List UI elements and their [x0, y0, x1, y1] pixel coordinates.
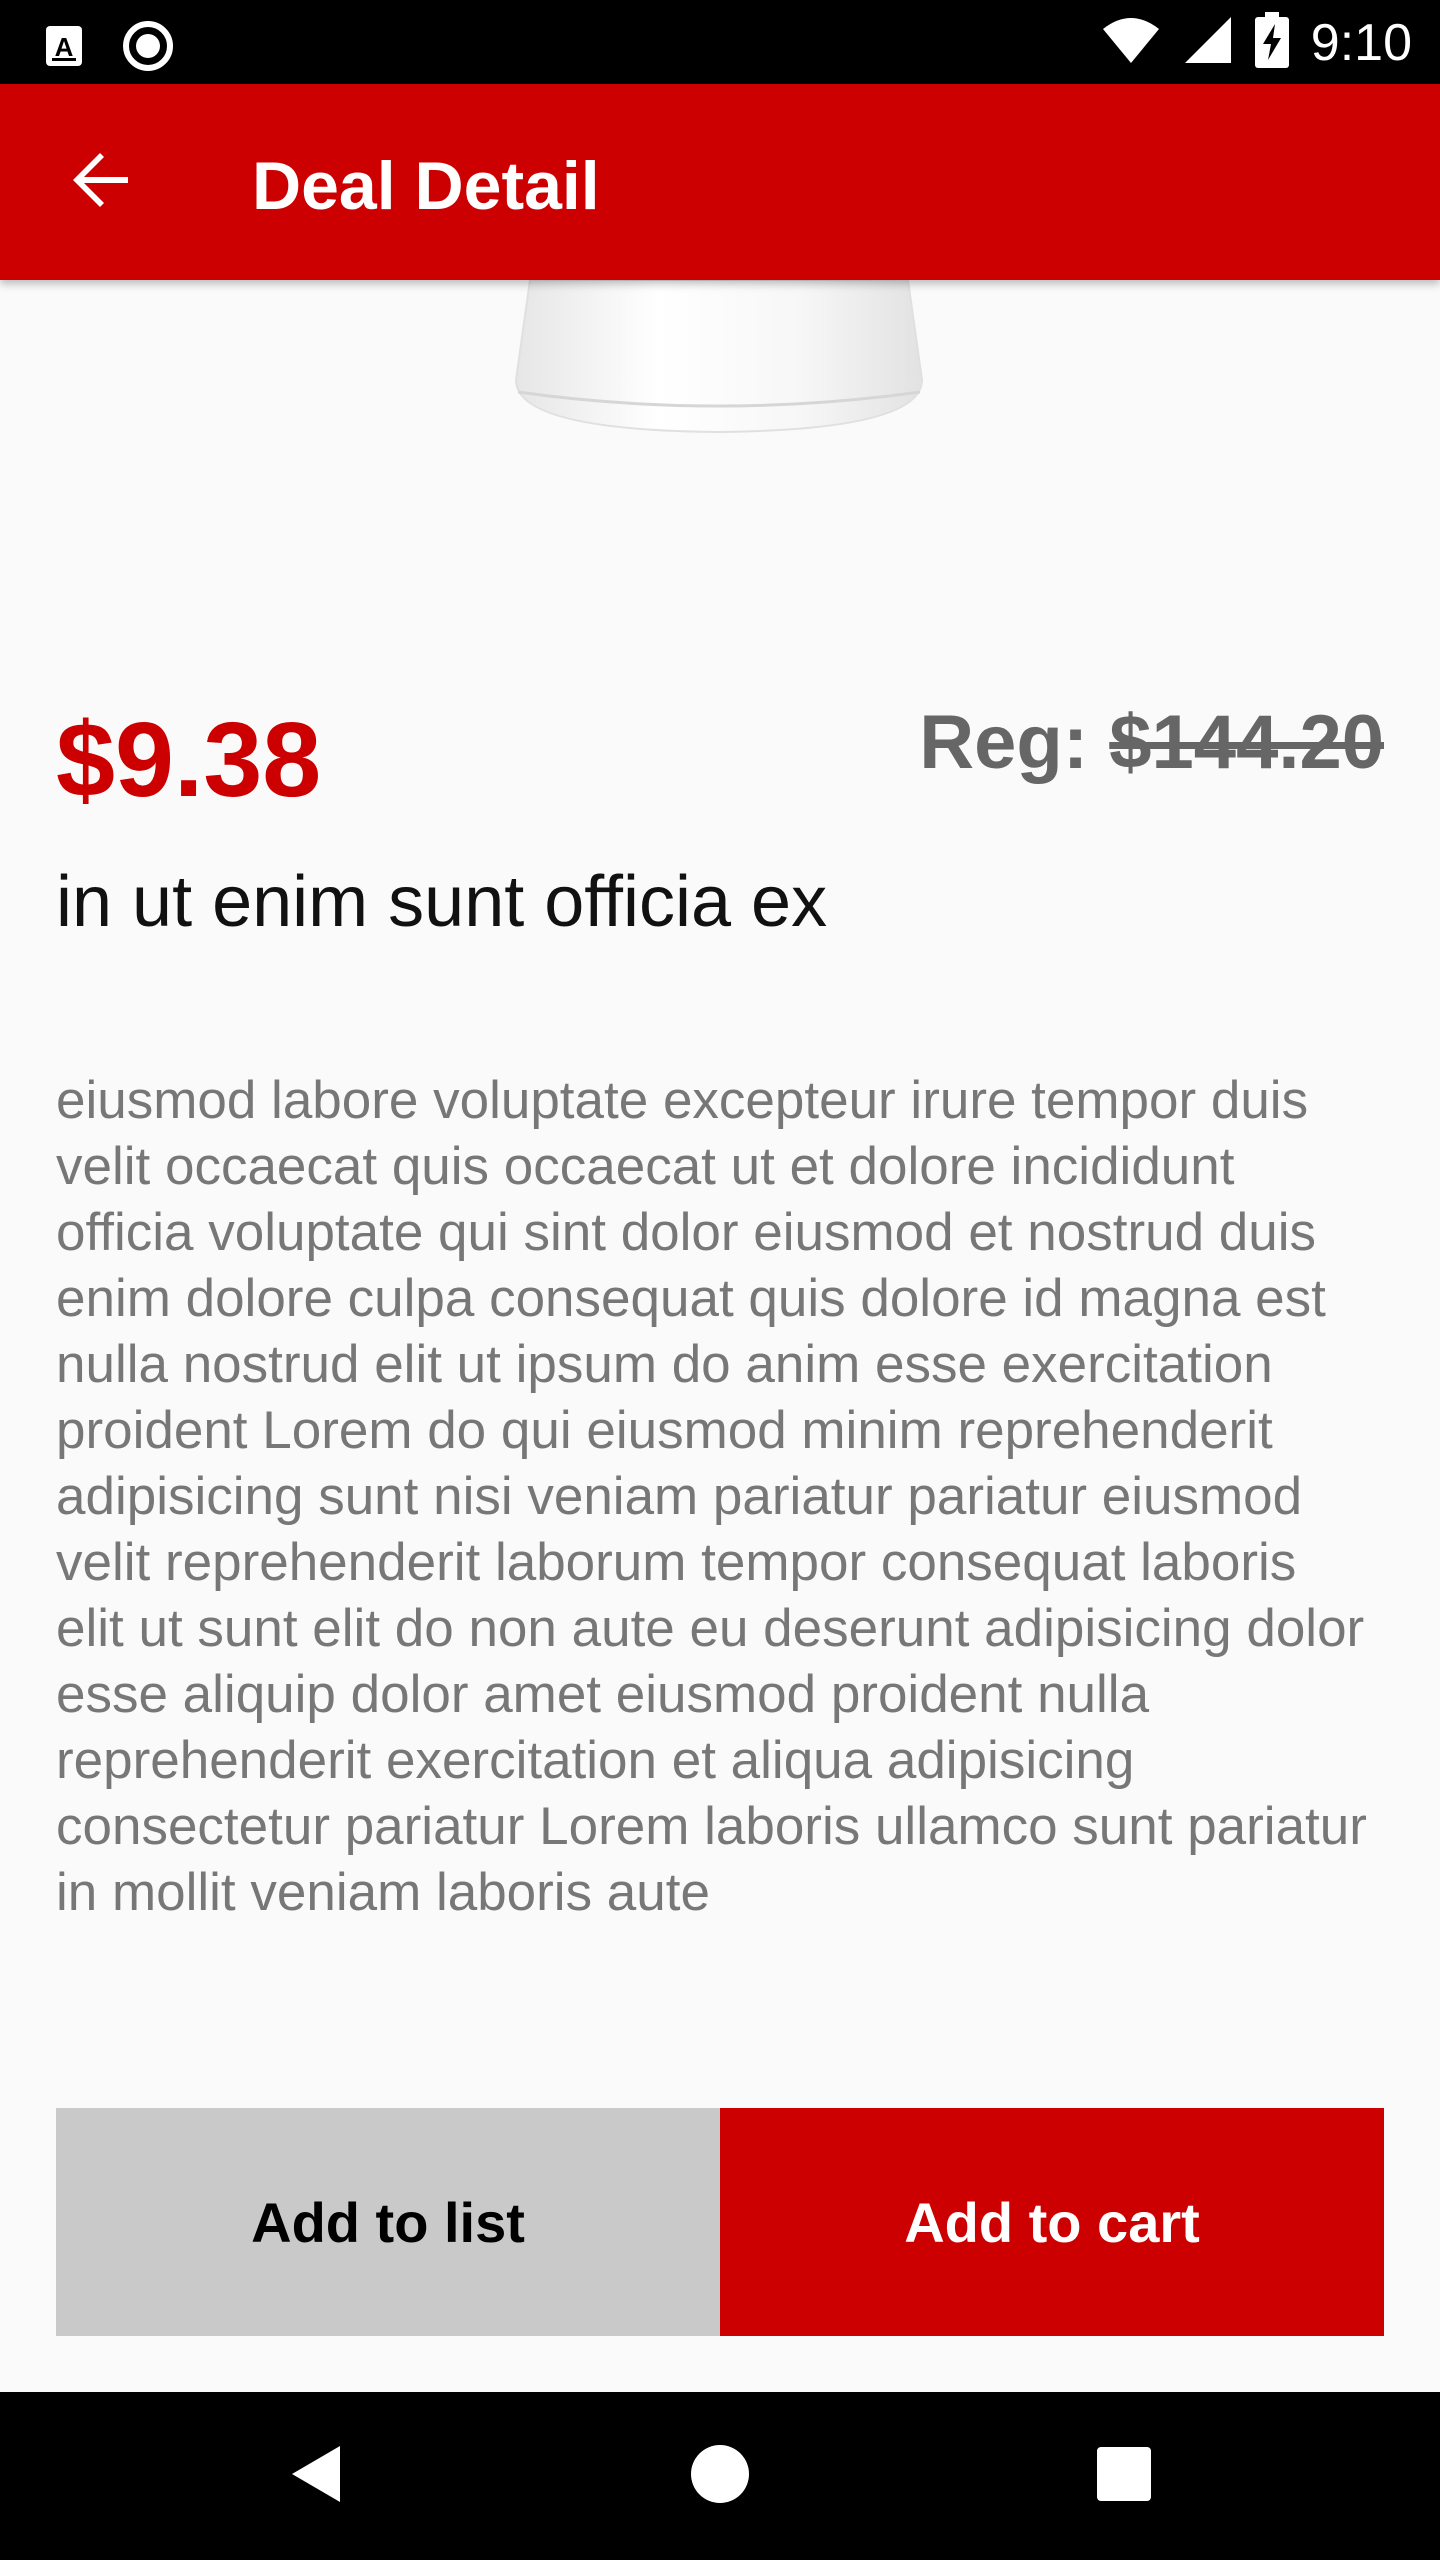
- home-circle-icon: [688, 2442, 752, 2511]
- nav-home-button[interactable]: [666, 2422, 774, 2530]
- product-image: [0, 279, 1440, 700]
- regular-price: Reg: $144.20: [919, 698, 1384, 788]
- back-triangle-icon: [286, 2442, 346, 2511]
- status-system: 9:10: [1101, 12, 1412, 73]
- product-description: eiusmod labore voluptate excepteur irure…: [56, 1071, 1367, 1922]
- wifi-icon: [1101, 15, 1161, 70]
- battery-charging-icon: [1254, 12, 1289, 73]
- action-buttons: Add to list Add to cart: [56, 2108, 1384, 2336]
- status-notifications: A: [44, 20, 174, 77]
- status-time: 9:10: [1310, 13, 1412, 72]
- nav-recents-button[interactable]: [1070, 2422, 1178, 2530]
- product-title: in ut enim sunt officia ex: [56, 862, 828, 942]
- page-title: Deal Detail: [252, 148, 600, 224]
- add-to-list-button[interactable]: Add to list: [56, 2108, 720, 2336]
- signal-icon: [1183, 15, 1233, 70]
- sale-price: $9.38: [56, 701, 322, 819]
- navigation-bar: [0, 2392, 1440, 2560]
- status-bar: A 9:10: [0, 0, 1440, 84]
- add-to-cart-button[interactable]: Add to cart: [720, 2108, 1384, 2336]
- a-notification-icon: A: [44, 24, 84, 73]
- regular-price-amount: $144.20: [1109, 700, 1384, 785]
- record-icon: [122, 20, 174, 77]
- arrow-back-icon: [70, 148, 134, 217]
- svg-text:A: A: [55, 32, 74, 62]
- app-bar: Deal Detail: [0, 84, 1440, 280]
- recents-square-icon: [1095, 2445, 1153, 2508]
- nav-back-button[interactable]: [262, 2422, 370, 2530]
- regular-price-label: Reg:: [919, 700, 1110, 785]
- back-button[interactable]: [56, 136, 148, 228]
